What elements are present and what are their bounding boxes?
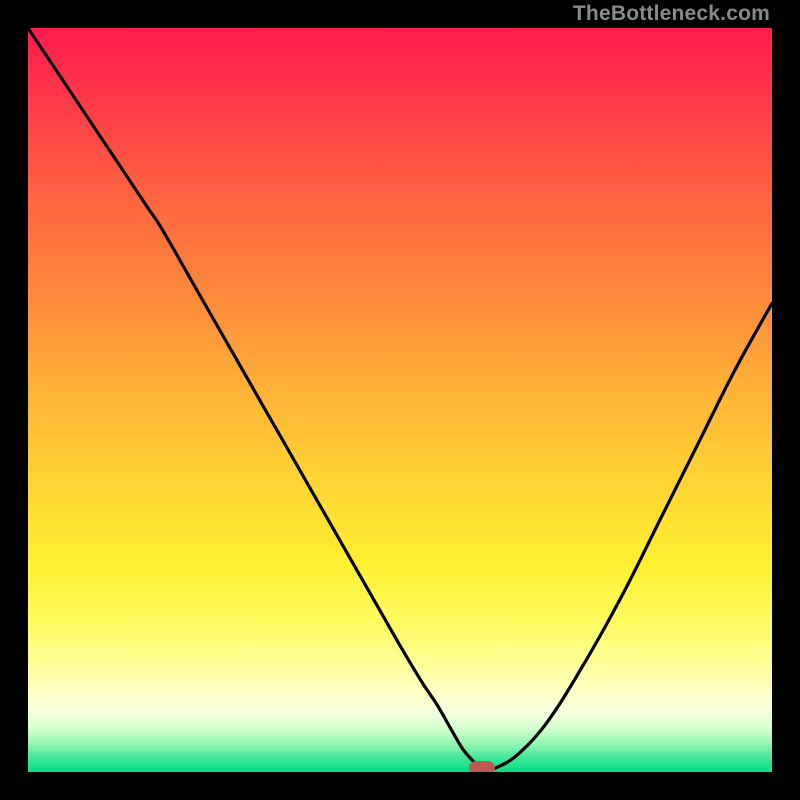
bottleneck-curve: [28, 28, 772, 772]
watermark-text: TheBottleneck.com: [573, 2, 770, 26]
chart-stage: TheBottleneck.com: [0, 0, 800, 800]
optimal-point-marker: [469, 761, 495, 772]
plot-area: [28, 28, 772, 772]
